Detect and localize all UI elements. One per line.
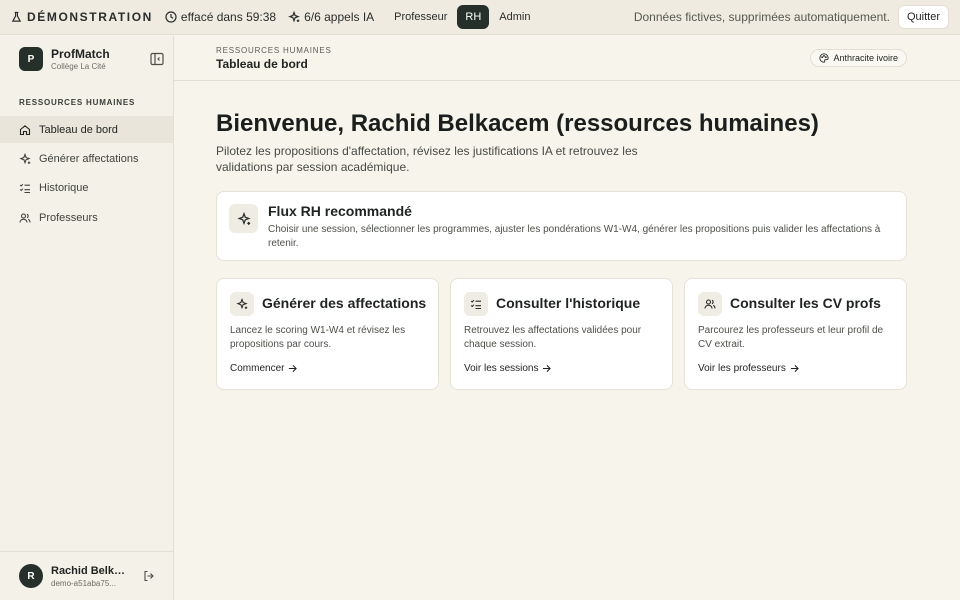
role-switcher: Professeur RH Admin (386, 5, 538, 29)
quit-button[interactable]: Quitter (897, 5, 949, 29)
sidebar: P ProfMatch Collège La Cité RESSOURCES H… (0, 36, 174, 600)
sidebar-item-label: Professeurs (39, 211, 98, 224)
sidebar-item-label: Générer affectations (39, 152, 139, 165)
ai-calls-counter: 6/6 appels IA (288, 10, 374, 24)
demo-timer: effacé dans 59:38 (165, 10, 276, 24)
list-checks-icon (19, 184, 30, 194)
arrow-right-icon (543, 364, 552, 373)
role-professeur[interactable]: Professeur (386, 5, 455, 29)
card-icon-box (230, 292, 254, 316)
avatar: R (19, 564, 43, 588)
card-description: Lancez le scoring W1-W4 et révisez les p… (230, 325, 406, 350)
sparkles-icon (288, 11, 300, 23)
breadcrumb: RESSOURCES HUMAINES (216, 46, 332, 55)
demo-notice: Données fictives, supprimées automatique… (633, 10, 890, 24)
sidebar-section-label: RESSOURCES HUMAINES (19, 98, 136, 107)
theme-label: Anthracite ivoire (833, 53, 898, 63)
sidebar-item-tableau-de-bord[interactable]: Tableau de bord (0, 116, 173, 143)
arrow-right-icon (790, 364, 799, 373)
sparkles-icon (19, 152, 31, 165)
card-generer-affectations[interactable]: Générer des affectations Lancez le scori… (216, 278, 439, 390)
card-consulter-cv-profs[interactable]: Consulter les CV profs Parcourez les pro… (684, 278, 907, 390)
user-name: Rachid Belkacem (51, 564, 127, 577)
flow-title: Flux RH recommandé (268, 203, 412, 219)
users-icon (19, 213, 31, 223)
sparkles-icon (236, 211, 251, 225)
list-checks-icon (470, 299, 481, 310)
card-link-voir-sessions[interactable]: Voir les sessions (464, 363, 552, 374)
sidebar-collapse-icon[interactable] (149, 51, 165, 67)
card-consulter-historique[interactable]: Consulter l'historique Retrouvez les aff… (450, 278, 673, 390)
sidebar-item-professeurs[interactable]: Professeurs (0, 204, 173, 231)
role-admin[interactable]: Admin (491, 5, 538, 29)
brand-subtitle: Collège La Cité (51, 62, 106, 71)
card-link-voir-professeurs[interactable]: Voir les professeurs (698, 363, 799, 374)
role-rh[interactable]: RH (457, 5, 490, 29)
brand-logo: P (19, 47, 43, 71)
flow-description: Choisir une session, sélectionner les pr… (268, 224, 881, 249)
welcome-heading: Bienvenue, Rachid Belkacem (ressources h… (216, 110, 819, 137)
arrow-right-icon (289, 364, 298, 373)
card-description: Retrouvez les affectations validées pour… (464, 325, 642, 350)
card-title: Générer des affectations (262, 295, 427, 311)
card-title: Consulter l'historique (496, 295, 641, 311)
card-icon-box (464, 292, 488, 316)
flow-icon-box (229, 204, 258, 233)
user-id: demo-a51aba75... (51, 578, 116, 588)
logout-icon[interactable] (143, 570, 155, 582)
demo-bar: DÉMONSTRATION effacé dans 59:38 6/6 appe… (0, 0, 960, 35)
card-icon-box (698, 292, 722, 316)
home-icon (19, 124, 31, 135)
palette-icon (819, 53, 830, 63)
sidebar-item-historique[interactable]: Historique (0, 175, 173, 202)
sparkles-icon (236, 298, 248, 310)
theme-selector-button[interactable]: Anthracite ivoire (810, 49, 907, 67)
users-icon (704, 299, 716, 309)
brand: P ProfMatch Collège La Cité (19, 46, 165, 72)
card-title: Consulter les CV profs (730, 295, 881, 311)
welcome-intro: Pilotez les propositions d'affectation, … (216, 144, 638, 174)
sidebar-nav: Tableau de bord Générer affectations His… (0, 116, 173, 234)
sidebar-item-generer-affectations[interactable]: Générer affectations (0, 145, 173, 172)
user-profile: R Rachid Belkacem demo-a51aba75... (0, 551, 173, 600)
sidebar-item-label: Historique (39, 182, 89, 195)
demo-label: DÉMONSTRATION (11, 10, 153, 24)
flask-icon (11, 11, 22, 22)
recommended-flow-card: Flux RH recommandé Choisir une session, … (216, 191, 907, 261)
page-title: Tableau de bord (216, 57, 308, 71)
page-header: RESSOURCES HUMAINES Tableau de bord Anth… (174, 36, 960, 81)
card-description: Parcourez les professeurs et leur profil… (698, 325, 884, 350)
brand-name: ProfMatch (51, 47, 110, 61)
sidebar-item-label: Tableau de bord (39, 123, 118, 136)
card-link-commencer[interactable]: Commencer (230, 363, 298, 374)
clock-icon (165, 11, 177, 23)
